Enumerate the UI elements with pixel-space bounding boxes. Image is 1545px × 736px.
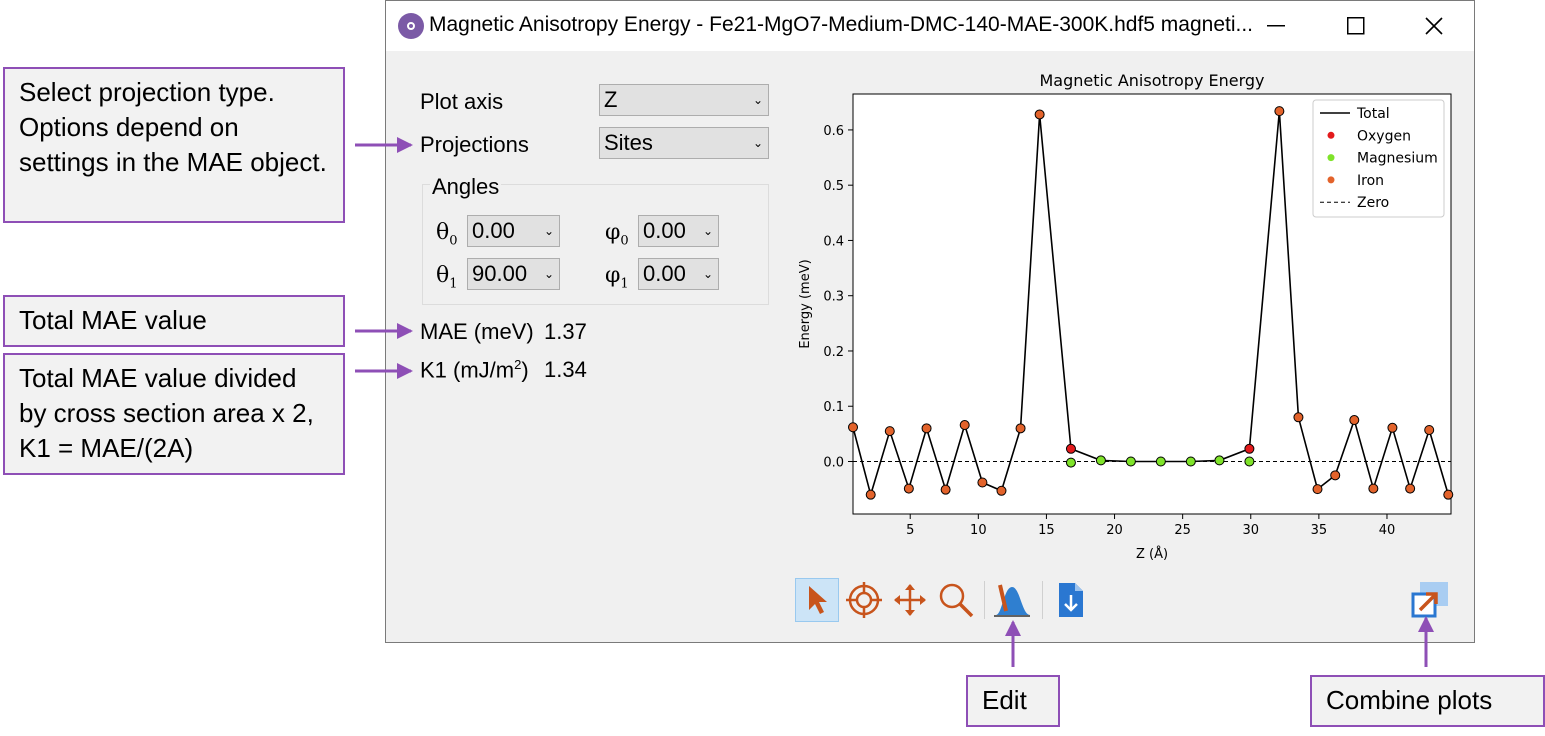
y-tick-label: 0.3 xyxy=(823,290,844,305)
magnesium-point xyxy=(1125,456,1136,467)
callout-total-mae: Total MAE value xyxy=(3,295,345,347)
iron-point xyxy=(959,420,970,431)
iron-point xyxy=(865,489,876,500)
legend-label: Magnesium xyxy=(1357,151,1438,167)
y-tick-label: 0.6 xyxy=(823,124,844,139)
x-tick-label: 30 xyxy=(1242,523,1259,538)
x-axis-label: Z (Å) xyxy=(1136,546,1168,562)
callout-edit: Edit xyxy=(966,675,1060,727)
iron-point xyxy=(977,477,988,488)
iron-point xyxy=(1368,483,1379,494)
y-tick-label: 0.4 xyxy=(823,234,844,249)
iron-point xyxy=(1443,489,1454,500)
x-tick-label: 5 xyxy=(906,523,914,538)
magnesium-point xyxy=(1214,455,1225,466)
iron-point xyxy=(1387,422,1398,433)
iron-point xyxy=(903,483,914,494)
iron-point xyxy=(996,485,1007,496)
oxygen-point xyxy=(1065,443,1076,454)
legend-oxygen-swatch xyxy=(1327,131,1335,139)
legend-iron-swatch xyxy=(1327,176,1335,184)
magnesium-point xyxy=(1155,456,1166,467)
iron-point xyxy=(884,426,895,437)
export-icon[interactable] xyxy=(1049,578,1093,622)
x-tick-label: 15 xyxy=(1038,523,1055,538)
iron-point xyxy=(1015,423,1026,434)
y-axis-label: Energy (meV) xyxy=(798,259,813,348)
x-tick-label: 20 xyxy=(1106,523,1123,538)
iron-point xyxy=(1312,484,1323,495)
magnesium-point xyxy=(1185,456,1196,467)
zoom-icon[interactable] xyxy=(934,578,978,622)
edit-plot-icon[interactable] xyxy=(990,578,1034,622)
magnesium-point xyxy=(1065,457,1076,468)
callout-projection: Select projection type. Options depend o… xyxy=(3,67,345,223)
y-tick-label: 0.1 xyxy=(823,400,844,415)
crosshair-icon[interactable] xyxy=(842,578,886,622)
magnesium-point xyxy=(1244,456,1255,467)
iron-point xyxy=(848,422,858,433)
chart-title: Magnetic Anisotropy Energy xyxy=(1039,71,1264,90)
legend-magnesium-swatch xyxy=(1327,154,1335,162)
x-tick-label: 35 xyxy=(1311,523,1328,538)
iron-point xyxy=(921,423,932,434)
iron-point xyxy=(1330,470,1341,481)
x-tick-label: 10 xyxy=(970,523,987,538)
magnesium-point xyxy=(1095,455,1106,466)
legend-label: Oxygen xyxy=(1357,128,1411,144)
iron-point xyxy=(1424,425,1435,435)
iron-point xyxy=(940,484,951,495)
callout-combine: Combine plots xyxy=(1310,675,1545,727)
callout-k1: Total MAE value divided by cross section… xyxy=(3,353,345,475)
iron-point xyxy=(1349,415,1360,426)
toolbar-separator xyxy=(984,581,985,619)
mae-window: Magnetic Anisotropy Energy - Fe21-MgO7-M… xyxy=(385,0,1475,643)
iron-point xyxy=(1274,106,1285,117)
legend-label: Zero xyxy=(1357,195,1389,211)
iron-point xyxy=(1293,412,1304,423)
oxygen-point xyxy=(1244,443,1255,454)
x-tick-label: 25 xyxy=(1174,523,1191,538)
toolbar-separator-2 xyxy=(1042,581,1043,619)
legend-label: Total xyxy=(1356,106,1390,122)
y-tick-label: 0.0 xyxy=(823,456,844,471)
pointer-icon[interactable] xyxy=(795,578,839,622)
iron-point xyxy=(1034,109,1045,120)
x-tick-label: 40 xyxy=(1379,523,1396,538)
iron-point xyxy=(1405,483,1416,494)
y-tick-label: 0.2 xyxy=(823,345,844,360)
combine-plots-icon[interactable] xyxy=(1408,578,1452,622)
legend-label: Iron xyxy=(1357,173,1384,189)
pan-icon[interactable] xyxy=(888,578,932,622)
mae-chart: Magnetic Anisotropy Energy Z (Å) Energy (m… xyxy=(798,71,1454,562)
y-tick-label: 0.5 xyxy=(823,179,844,194)
